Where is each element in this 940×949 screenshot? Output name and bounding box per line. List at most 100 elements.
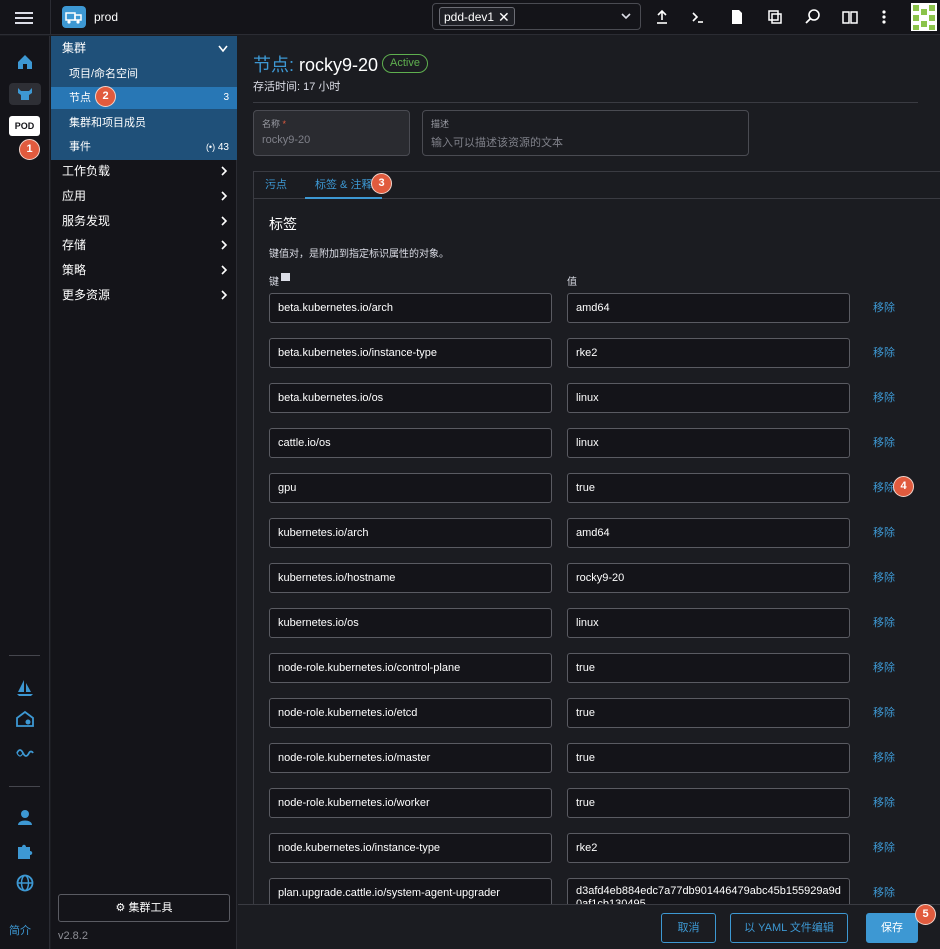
- page-title-prefix: 节点:: [253, 55, 295, 75]
- info-icon[interactable]: [281, 273, 290, 281]
- chevron-down-icon[interactable]: [621, 11, 631, 21]
- remove-label-button[interactable]: 移除: [873, 518, 895, 548]
- label-key-input[interactable]: node-role.kubernetes.io/etcd: [269, 698, 552, 728]
- edit-as-yaml-button[interactable]: 以 YAML 文件编辑: [730, 913, 848, 943]
- upload-icon[interactable]: [653, 8, 671, 26]
- nav-group-cluster[interactable]: 集群: [51, 37, 237, 59]
- nav-group-workloads[interactable]: 工作负载: [51, 160, 237, 182]
- more-vertical-icon[interactable]: [875, 8, 893, 26]
- user-icon[interactable]: [15, 808, 35, 828]
- puzzle-icon[interactable]: [15, 841, 35, 861]
- terminal-icon[interactable]: [689, 8, 707, 26]
- label-key-input[interactable]: kubernetes.io/os: [269, 608, 552, 638]
- tab-taints[interactable]: 污点: [265, 172, 287, 199]
- remove-label-button[interactable]: 移除: [873, 878, 895, 905]
- label-value-input[interactable]: rke2: [567, 338, 850, 368]
- nav-item-cluster-members[interactable]: 集群和项目成员: [51, 112, 237, 134]
- remove-label-button[interactable]: 移除: [873, 428, 895, 458]
- remove-label-button[interactable]: 移除: [873, 743, 895, 773]
- remove-label-button[interactable]: 移除: [873, 383, 895, 413]
- copy-icon[interactable]: [766, 8, 784, 26]
- label-key-input[interactable]: node-role.kubernetes.io/worker: [269, 788, 552, 818]
- label-value-input[interactable]: amd64: [567, 518, 850, 548]
- label-value-input[interactable]: rocky9-20: [567, 563, 850, 593]
- label-row: beta.kubernetes.io/instance-type rke2 移除: [254, 338, 940, 368]
- status-badge: Active: [382, 54, 428, 73]
- label-key-input[interactable]: kubernetes.io/hostname: [269, 563, 552, 593]
- file-icon[interactable]: [728, 8, 746, 26]
- label-value-input[interactable]: true: [567, 743, 850, 773]
- label-value-input[interactable]: linux: [567, 383, 850, 413]
- nav-item-nodes[interactable]: 节点 3: [51, 87, 237, 109]
- label-row: cattle.io/os linux 移除: [254, 428, 940, 458]
- page-title-name: rocky9-20: [299, 55, 379, 75]
- label-key-input[interactable]: kubernetes.io/arch: [269, 518, 552, 548]
- description-field-label: 描述: [431, 119, 450, 129]
- nav-group-more-resources[interactable]: 更多资源: [51, 284, 237, 306]
- label-key-input[interactable]: node-role.kubernetes.io/master: [269, 743, 552, 773]
- cancel-button[interactable]: 取消: [661, 913, 716, 943]
- name-field[interactable]: 名称 * rocky9-20: [253, 110, 410, 156]
- chevron-right-icon: [221, 265, 228, 275]
- nav-item-label: 节点: [69, 92, 91, 104]
- remove-label-button[interactable]: 移除: [873, 833, 895, 863]
- remove-label-button[interactable]: 移除: [873, 653, 895, 683]
- main-content: 节点: rocky9-20 Active 存活时间: 17 小时 名称 * ro…: [238, 36, 940, 949]
- cluster-rail-item[interactable]: [9, 83, 41, 105]
- callout-marker: 2: [95, 86, 116, 107]
- chevron-right-icon: [221, 191, 228, 201]
- book-icon[interactable]: [841, 8, 859, 26]
- label-value-input[interactable]: rke2: [567, 833, 850, 863]
- warehouse-icon[interactable]: [15, 709, 35, 729]
- label-value-input[interactable]: true: [567, 653, 850, 683]
- chain-icon[interactable]: [15, 743, 35, 763]
- label-value-input[interactable]: true: [567, 788, 850, 818]
- close-icon[interactable]: ✕: [498, 10, 510, 24]
- remove-label-button[interactable]: 移除: [873, 563, 895, 593]
- labels-section-title: 标签: [269, 216, 297, 232]
- about-link[interactable]: 简介: [9, 922, 31, 938]
- nav-group-service-discovery[interactable]: 服务发现: [51, 210, 237, 232]
- label-key-input[interactable]: node-role.kubernetes.io/control-plane: [269, 653, 552, 683]
- home-icon[interactable]: [15, 52, 35, 72]
- label-row: plan.upgrade.cattle.io/system-agent-upgr…: [254, 878, 940, 905]
- remove-label-button[interactable]: 移除: [873, 608, 895, 638]
- remove-label-button[interactable]: 移除: [873, 473, 895, 503]
- label-value-input[interactable]: true: [567, 473, 850, 503]
- search-icon[interactable]: [804, 8, 822, 26]
- callout-marker: 3: [371, 173, 392, 194]
- label-key-input[interactable]: beta.kubernetes.io/os: [269, 383, 552, 413]
- remove-label-button[interactable]: 移除: [873, 698, 895, 728]
- namespace-select[interactable]: pdd-dev1 ✕: [432, 3, 641, 30]
- label-value-input[interactable]: linux: [567, 608, 850, 638]
- label-value-input[interactable]: true: [567, 698, 850, 728]
- remove-label-button[interactable]: 移除: [873, 338, 895, 368]
- nav-group-storage[interactable]: 存储: [51, 234, 237, 256]
- cluster-tools-button[interactable]: ⚙ 集群工具: [58, 894, 230, 922]
- page-title: 节点: rocky9-20: [253, 51, 378, 77]
- label-key-input[interactable]: beta.kubernetes.io/arch: [269, 293, 552, 323]
- nav-group-label: 存储: [62, 238, 87, 252]
- label-key-input[interactable]: plan.upgrade.cattle.io/system-agent-upgr…: [269, 878, 552, 905]
- save-button[interactable]: 保存: [866, 913, 918, 943]
- globe-icon[interactable]: [15, 873, 35, 893]
- user-avatar[interactable]: [911, 3, 937, 31]
- description-field[interactable]: 描述 输入可以描述该资源的文本: [422, 110, 749, 156]
- sailboat-icon[interactable]: [15, 678, 35, 698]
- nav-group-apps[interactable]: 应用: [51, 185, 237, 207]
- label-key-input[interactable]: cattle.io/os: [269, 428, 552, 458]
- label-value-input[interactable]: d3afd4eb884edc7a77db901446479abc45b15592…: [567, 878, 850, 905]
- pod-cluster-badge[interactable]: POD: [9, 116, 40, 136]
- label-key-input[interactable]: beta.kubernetes.io/instance-type: [269, 338, 552, 368]
- label-value-input[interactable]: amd64: [567, 293, 850, 323]
- nav-group-policy[interactable]: 策略: [51, 259, 237, 281]
- remove-label-button[interactable]: 移除: [873, 788, 895, 818]
- label-value-input[interactable]: linux: [567, 428, 850, 458]
- nav-item-projects-namespaces[interactable]: 项目/命名空间: [51, 63, 237, 85]
- chevron-down-icon: [218, 45, 228, 53]
- label-key-input[interactable]: node.kubernetes.io/instance-type: [269, 833, 552, 863]
- remove-label-button[interactable]: 移除: [873, 293, 895, 323]
- hamburger-menu-icon[interactable]: [14, 9, 34, 27]
- label-key-input[interactable]: gpu: [269, 473, 552, 503]
- nav-item-events[interactable]: 事件 (•) 43: [51, 136, 237, 158]
